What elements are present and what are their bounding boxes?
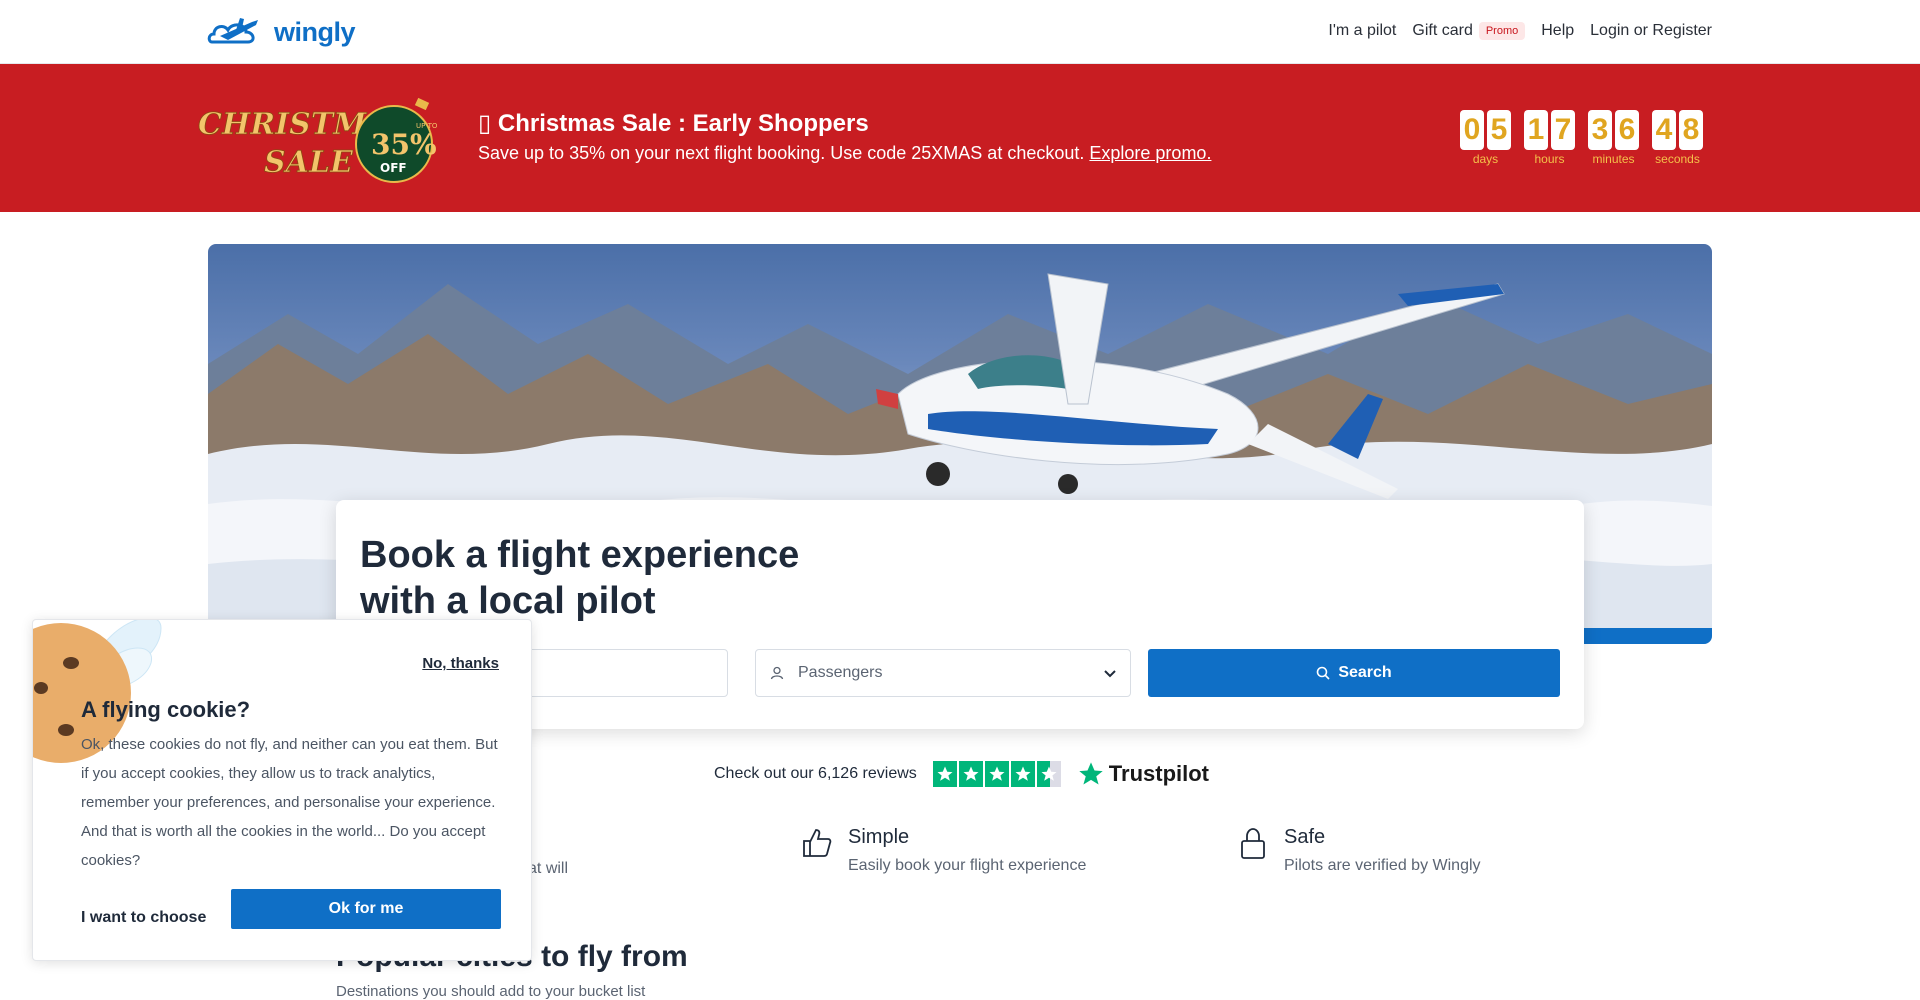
star-icon bbox=[932, 761, 957, 787]
countdown-label: minutes bbox=[1592, 152, 1635, 166]
star-icon bbox=[1010, 761, 1035, 787]
star-icon bbox=[984, 761, 1009, 787]
feature-safe-title: Safe bbox=[1284, 826, 1326, 848]
logo-badge-off: OFF bbox=[380, 161, 407, 175]
countdown-days: 05 days bbox=[1460, 110, 1511, 166]
countdown-minutes: 36 minutes bbox=[1588, 110, 1639, 166]
half-star-icon bbox=[1036, 761, 1061, 787]
countdown-digit: 3 bbox=[1588, 110, 1612, 150]
countdown-digit: 8 bbox=[1679, 110, 1703, 150]
gift-icon: ▯ bbox=[478, 110, 492, 137]
nav-help-link[interactable]: Help bbox=[1541, 22, 1574, 40]
search-label: Search bbox=[1338, 664, 1392, 681]
lock-icon bbox=[1241, 828, 1265, 859]
nav-login-link[interactable]: Login or Register bbox=[1590, 22, 1712, 40]
trustpilot-logo: Trustpilot bbox=[1077, 760, 1209, 788]
booking-title: Book a flight experience with a local pi… bbox=[360, 532, 880, 624]
feature-safe: Safe Pilots are verified by Wingly bbox=[1236, 826, 1481, 875]
feature-simple: Simple Easily book your flight experienc… bbox=[800, 826, 1086, 875]
countdown-digit: 5 bbox=[1487, 110, 1511, 150]
plane-cloud-icon bbox=[207, 18, 258, 44]
nav-gift-card-link[interactable]: Gift card Promo bbox=[1412, 22, 1526, 40]
feature-safe-desc: Pilots are verified by Wingly bbox=[1284, 857, 1481, 874]
banner-title-text: Christmas Sale : Early Shoppers bbox=[497, 110, 869, 137]
booking-title-line2: with a local pilot bbox=[360, 580, 656, 622]
feature-simple-desc: Easily book your flight experience bbox=[848, 857, 1087, 874]
chevron-down-icon bbox=[1104, 670, 1116, 678]
site-header: wingly I'm a pilot Gift card Promo Help L… bbox=[0, 0, 1920, 64]
cookie-text: Ok, these cookies do not fly, and neithe… bbox=[81, 736, 498, 869]
trustpilot-brand-text: Trustpilot bbox=[1108, 761, 1209, 786]
logo-text: wingly bbox=[274, 16, 356, 47]
feature-simple-title: Simple bbox=[848, 826, 910, 848]
logo-ornament-cap bbox=[414, 97, 430, 111]
countdown-hours: 17 hours bbox=[1524, 110, 1575, 166]
main-nav: I'm a pilot Gift card Promo Help Login or… bbox=[1328, 22, 1712, 40]
trustpilot-stars bbox=[932, 761, 1061, 787]
search-icon bbox=[1317, 666, 1330, 680]
trustpilot-star-icon bbox=[1079, 762, 1103, 785]
countdown-seconds: 48 seconds bbox=[1652, 110, 1703, 166]
person-icon bbox=[770, 666, 784, 680]
banner-title: ▯ Christmas Sale : Early Shoppers bbox=[478, 109, 869, 138]
countdown-digit: 6 bbox=[1615, 110, 1639, 150]
christmas-sale-logo: CHRISTMAS SALE UP TO 35% OFF bbox=[198, 97, 438, 183]
no-thanks-link[interactable]: No, thanks bbox=[422, 655, 499, 672]
countdown-label: days bbox=[1472, 152, 1499, 166]
trustpilot-widget[interactable]: Check out our 6,126 reviews Trustpilot bbox=[714, 760, 1209, 788]
logo-badge-pct: 35% bbox=[371, 128, 437, 161]
countdown-digit: 4 bbox=[1652, 110, 1676, 150]
i-want-to-choose-button[interactable]: I want to choose bbox=[81, 898, 206, 938]
thumbs-up-icon bbox=[803, 829, 832, 857]
countdown-digit: 0 bbox=[1460, 110, 1484, 150]
promo-badge: Promo bbox=[1478, 22, 1526, 40]
wingly-logo[interactable]: wingly bbox=[206, 12, 356, 52]
popular-cities-subtitle: Destinations you should add to your buck… bbox=[336, 983, 646, 1000]
ok-for-me-button[interactable]: Ok for me bbox=[231, 889, 501, 929]
trustpilot-reviews-text: Check out our 6,126 reviews bbox=[714, 765, 917, 782]
star-icon bbox=[958, 761, 983, 787]
countdown-label: seconds bbox=[1655, 152, 1700, 166]
gift-card-label: Gift card bbox=[1412, 22, 1473, 40]
cookie-title: A flying cookie? bbox=[81, 697, 251, 722]
banner-subtitle-text: Save up to 35% on your next flight booki… bbox=[478, 143, 1085, 163]
countdown-digit: 7 bbox=[1551, 110, 1575, 150]
countdown-label: hours bbox=[1534, 152, 1565, 166]
search-button[interactable]: Search bbox=[1148, 649, 1560, 697]
nav-pilot-link[interactable]: I'm a pilot bbox=[1328, 22, 1396, 40]
banner-subtitle: Save up to 35% on your next flight booki… bbox=[478, 143, 1211, 164]
passengers-placeholder: Passengers bbox=[798, 664, 883, 681]
sale-countdown: 05 days 17 hours 36 minutes 48 seconds bbox=[1460, 110, 1703, 166]
passengers-select[interactable]: Passengers bbox=[755, 649, 1131, 697]
booking-title-line1: Book a flight experience bbox=[360, 534, 800, 576]
logo-sale-text: SALE bbox=[264, 145, 354, 180]
cookie-consent-popup: No, thanks A flying cookie? Ok, these co… bbox=[32, 619, 532, 961]
countdown-digit: 1 bbox=[1524, 110, 1548, 150]
explore-promo-link[interactable]: Explore promo. bbox=[1089, 143, 1211, 163]
